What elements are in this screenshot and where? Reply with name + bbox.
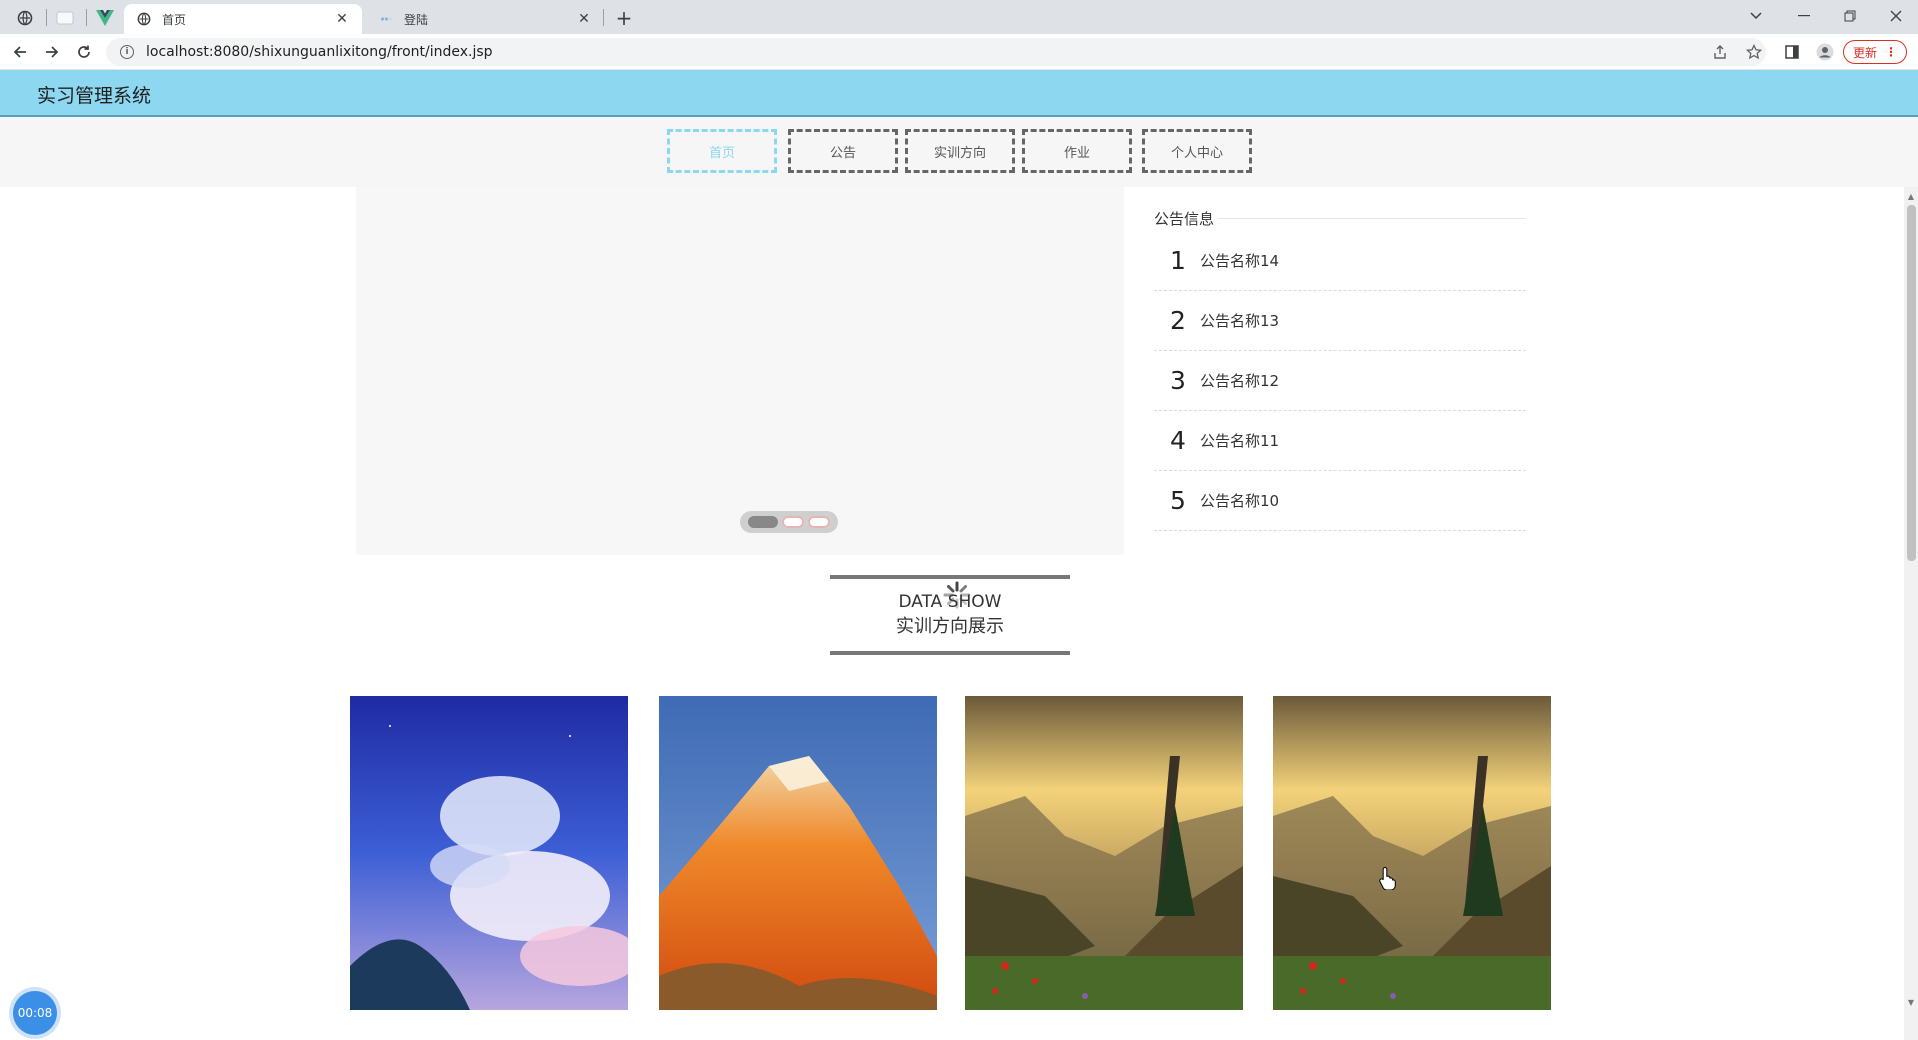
browser-tabstrip: 首页 ✕ 登陆 ✕ + bbox=[0, 0, 1918, 34]
blank-page-icon bbox=[56, 11, 74, 25]
list-item[interactable]: 2 公告名称13 bbox=[1154, 291, 1526, 351]
pinned-tab-blank[interactable] bbox=[48, 5, 82, 31]
loading-icon bbox=[378, 11, 394, 27]
pinned-tab-globe[interactable] bbox=[8, 5, 42, 31]
tab-separator bbox=[603, 9, 604, 26]
address-bar[interactable]: i localhost:8080/shixunguanlixitong/fron… bbox=[106, 38, 1766, 66]
carousel-dot[interactable] bbox=[808, 516, 830, 528]
notice-number: 2 bbox=[1170, 306, 1186, 335]
site-header: 实习管理系统 bbox=[0, 70, 1918, 117]
close-icon[interactable]: ✕ bbox=[576, 11, 592, 27]
tab-title: 首页 bbox=[162, 12, 187, 27]
tab-separator bbox=[46, 9, 47, 26]
gallery-image-mountain-valley[interactable] bbox=[1273, 696, 1551, 1010]
sky-clouds-image bbox=[350, 696, 628, 1010]
site-title: 实习管理系统 bbox=[37, 85, 152, 107]
gallery-image-orange-mountain[interactable] bbox=[659, 696, 937, 1010]
main-nav: 首页 公告 实训方向 作业 个人中心 bbox=[0, 117, 1918, 187]
notice-title[interactable]: 公告名称14 bbox=[1200, 250, 1279, 271]
gallery-image-mountain-valley[interactable] bbox=[965, 696, 1243, 1010]
scroll-up-icon[interactable]: ▲ bbox=[1904, 189, 1918, 203]
notice-number: 4 bbox=[1170, 426, 1186, 455]
page-scrollbar[interactable]: ▲ ▼ bbox=[1904, 187, 1918, 1040]
more-vert-icon: ⋮ bbox=[1885, 45, 1897, 59]
update-button[interactable]: 更新 ⋮ bbox=[1843, 40, 1907, 64]
tab-title: 登陆 bbox=[404, 12, 429, 27]
nav-item-training-direction[interactable]: 实训方向 bbox=[905, 129, 1015, 173]
notice-title[interactable]: 公告名称11 bbox=[1200, 430, 1279, 451]
globe-icon bbox=[136, 11, 152, 27]
carousel-dot[interactable] bbox=[748, 516, 778, 528]
mountain-valley-image bbox=[1273, 696, 1551, 1010]
tab-home[interactable]: 首页 ✕ bbox=[124, 4, 362, 34]
hand-cursor-icon bbox=[1379, 866, 1396, 890]
list-item[interactable]: 4 公告名称11 bbox=[1154, 411, 1526, 471]
nav-item-home[interactable]: 首页 bbox=[667, 129, 777, 173]
notice-number: 1 bbox=[1170, 246, 1186, 275]
tab-separator bbox=[86, 9, 87, 26]
mountain-valley-image bbox=[965, 696, 1243, 1010]
divider bbox=[1218, 217, 1526, 219]
notice-title[interactable]: 公告名称10 bbox=[1200, 490, 1279, 511]
notice-title[interactable]: 公告名称12 bbox=[1200, 370, 1279, 391]
profile-icon[interactable] bbox=[1815, 42, 1835, 62]
scroll-thumb[interactable] bbox=[1907, 205, 1916, 561]
close-icon[interactable]: ✕ bbox=[334, 11, 350, 27]
vue-logo-icon bbox=[96, 10, 114, 26]
notice-heading-row: 公告信息 bbox=[1154, 205, 1526, 231]
carousel-dot[interactable] bbox=[782, 516, 804, 528]
loading-spinner-icon bbox=[943, 581, 971, 609]
info-icon[interactable]: i bbox=[120, 45, 134, 59]
restore-icon[interactable] bbox=[1836, 4, 1864, 28]
scroll-down-icon[interactable]: ▼ bbox=[1904, 995, 1918, 1009]
tab-login[interactable]: 登陆 ✕ bbox=[366, 4, 604, 34]
browser-toolbar: i localhost:8080/shixunguanlixitong/fron… bbox=[0, 34, 1918, 70]
url-text: localhost:8080/shixunguanlixitong/front/… bbox=[146, 44, 493, 60]
banner-carousel[interactable] bbox=[356, 187, 1124, 555]
close-window-icon[interactable] bbox=[1882, 4, 1910, 28]
forward-icon[interactable] bbox=[40, 40, 64, 64]
orange-mountain-image bbox=[659, 696, 937, 1010]
notice-number: 3 bbox=[1170, 366, 1186, 395]
gallery-image-sky-clouds[interactable] bbox=[350, 696, 628, 1010]
list-item[interactable]: 5 公告名称10 bbox=[1154, 471, 1526, 531]
nav-item-notice[interactable]: 公告 bbox=[788, 129, 898, 173]
carousel-indicators bbox=[740, 511, 838, 533]
nav-item-personal-center[interactable]: 个人中心 bbox=[1142, 129, 1252, 173]
pinned-tab-vue[interactable] bbox=[88, 5, 122, 31]
notice-number: 5 bbox=[1170, 486, 1186, 515]
globe-icon bbox=[17, 10, 33, 26]
new-tab-button[interactable]: + bbox=[612, 6, 636, 30]
list-item[interactable]: 3 公告名称12 bbox=[1154, 351, 1526, 411]
nav-item-homework[interactable]: 作业 bbox=[1022, 129, 1132, 173]
list-item[interactable]: 1 公告名称14 bbox=[1154, 231, 1526, 291]
reload-icon[interactable] bbox=[72, 40, 96, 64]
back-icon[interactable] bbox=[8, 40, 32, 64]
notice-heading: 公告信息 bbox=[1154, 209, 1215, 228]
update-label: 更新 bbox=[1852, 45, 1877, 60]
section-title-cn: 实训方向展示 bbox=[896, 616, 1004, 637]
minimize-icon[interactable] bbox=[1790, 4, 1818, 28]
recording-timer[interactable]: 00:08 bbox=[13, 991, 57, 1035]
tab-search-icon[interactable] bbox=[1742, 4, 1770, 28]
notice-panel: 公告信息 1 公告名称14 2 公告名称13 3 公告名称12 4 公告名称11… bbox=[1154, 205, 1526, 531]
notice-title[interactable]: 公告名称13 bbox=[1200, 310, 1279, 331]
share-icon[interactable] bbox=[1710, 42, 1730, 62]
side-panel-icon[interactable] bbox=[1782, 42, 1802, 62]
bookmark-star-icon[interactable] bbox=[1744, 42, 1764, 62]
